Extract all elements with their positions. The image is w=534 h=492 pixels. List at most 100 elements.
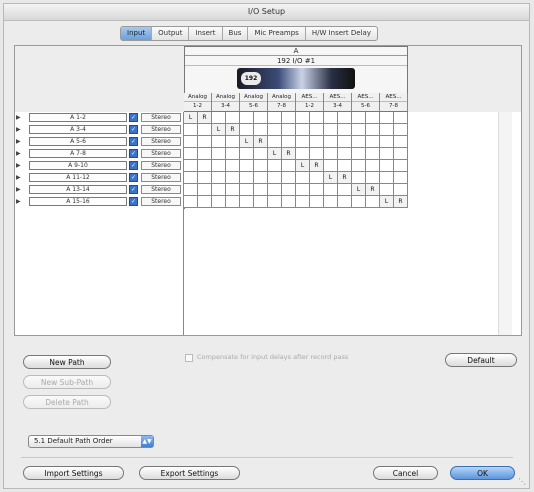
- grid-cell[interactable]: [282, 172, 296, 184]
- path-format[interactable]: Stereo: [141, 197, 181, 206]
- path-active-checkbox[interactable]: ✓: [129, 197, 138, 206]
- grid-cell[interactable]: [282, 184, 296, 196]
- path-active-checkbox[interactable]: ✓: [129, 185, 138, 194]
- grid-cell[interactable]: [282, 136, 296, 148]
- grid-cell[interactable]: [254, 112, 268, 124]
- grid-cell[interactable]: [338, 112, 352, 124]
- grid-cell[interactable]: [282, 112, 296, 124]
- grid-cell[interactable]: [394, 160, 408, 172]
- path-name[interactable]: A 9-10: [29, 161, 127, 170]
- grid-cell[interactable]: [184, 136, 198, 148]
- grid-cell[interactable]: [198, 196, 212, 208]
- path-active-checkbox[interactable]: ✓: [129, 161, 138, 170]
- grid-cell[interactable]: [352, 112, 366, 124]
- grid-cell[interactable]: [366, 112, 380, 124]
- grid-cell[interactable]: [240, 124, 254, 136]
- disclosure-triangle-icon[interactable]: ▶: [16, 196, 21, 207]
- path-name[interactable]: A 3-4: [29, 125, 127, 134]
- new-path-button[interactable]: New Path: [23, 355, 111, 369]
- grid-cell[interactable]: [184, 160, 198, 172]
- grid-cell-left[interactable]: L: [380, 196, 394, 208]
- path-name[interactable]: A 13-14: [29, 185, 127, 194]
- grid-cell[interactable]: [352, 148, 366, 160]
- path-name[interactable]: A 15-16: [29, 197, 127, 206]
- grid-cell-right[interactable]: R: [310, 160, 324, 172]
- grid-cell[interactable]: [352, 124, 366, 136]
- grid-cell[interactable]: [268, 172, 282, 184]
- grid-cell-right[interactable]: R: [226, 124, 240, 136]
- grid-cell[interactable]: [394, 148, 408, 160]
- grid-cell[interactable]: [240, 172, 254, 184]
- grid-cell[interactable]: [212, 136, 226, 148]
- path-active-checkbox[interactable]: ✓: [129, 149, 138, 158]
- delete-path-button[interactable]: Delete Path: [23, 395, 111, 409]
- tab-bus[interactable]: Bus: [223, 27, 249, 40]
- compensate-checkbox[interactable]: [185, 354, 193, 362]
- grid-cell-left[interactable]: L: [268, 148, 282, 160]
- grid-cell[interactable]: [268, 160, 282, 172]
- grid-cell-right[interactable]: R: [198, 112, 212, 124]
- grid-cell[interactable]: [268, 124, 282, 136]
- path-active-checkbox[interactable]: ✓: [129, 173, 138, 182]
- path-format[interactable]: Stereo: [141, 149, 181, 158]
- grid-cell[interactable]: [226, 172, 240, 184]
- grid-cell[interactable]: [254, 184, 268, 196]
- grid-cell[interactable]: [240, 184, 254, 196]
- path-format[interactable]: Stereo: [141, 113, 181, 122]
- grid-cell[interactable]: [240, 160, 254, 172]
- grid-cell[interactable]: [240, 148, 254, 160]
- grid-cell[interactable]: [268, 184, 282, 196]
- grid-cell[interactable]: [296, 124, 310, 136]
- grid-cell[interactable]: [296, 172, 310, 184]
- path-format[interactable]: Stereo: [141, 161, 181, 170]
- grid-cell[interactable]: [380, 160, 394, 172]
- grid-cell[interactable]: [296, 184, 310, 196]
- vertical-scrollbar[interactable]: [498, 112, 512, 335]
- path-row[interactable]: ▶ A 1-2 ✓ Stereo L R: [15, 112, 408, 124]
- grid-cell[interactable]: [324, 112, 338, 124]
- grid-cell[interactable]: [310, 172, 324, 184]
- grid-cell[interactable]: [296, 136, 310, 148]
- grid-cell[interactable]: [324, 148, 338, 160]
- grid-cell[interactable]: [254, 124, 268, 136]
- path-format[interactable]: Stereo: [141, 185, 181, 194]
- grid-cell[interactable]: [338, 136, 352, 148]
- resize-grip-icon[interactable]: ⋱: [518, 477, 527, 486]
- grid-cell[interactable]: [324, 160, 338, 172]
- grid-cell[interactable]: [366, 172, 380, 184]
- path-active-checkbox[interactable]: ✓: [129, 125, 138, 134]
- disclosure-triangle-icon[interactable]: ▶: [16, 112, 21, 123]
- grid-cell[interactable]: [268, 136, 282, 148]
- grid-cell-left[interactable]: L: [212, 124, 226, 136]
- grid-cell[interactable]: [310, 184, 324, 196]
- tab-hw-insert-delay[interactable]: H/W Insert Delay: [306, 27, 377, 40]
- grid-cell[interactable]: [268, 196, 282, 208]
- path-name[interactable]: A 11-12: [29, 173, 127, 182]
- path-row[interactable]: ▶ A 5-6 ✓ Stereo L R: [15, 136, 408, 148]
- grid-cell-right[interactable]: R: [394, 196, 408, 208]
- grid-cell[interactable]: [198, 172, 212, 184]
- path-row[interactable]: ▶ A 11-12 ✓ Stereo L R: [15, 172, 408, 184]
- grid-cell[interactable]: [226, 136, 240, 148]
- cancel-button[interactable]: Cancel: [373, 466, 438, 480]
- disclosure-triangle-icon[interactable]: ▶: [16, 148, 21, 159]
- grid-cell[interactable]: [198, 124, 212, 136]
- grid-cell[interactable]: [212, 184, 226, 196]
- grid-cell[interactable]: [352, 172, 366, 184]
- export-settings-button[interactable]: Export Settings: [139, 466, 240, 480]
- grid-cell[interactable]: [198, 148, 212, 160]
- grid-cell[interactable]: [226, 184, 240, 196]
- grid-cell[interactable]: [184, 124, 198, 136]
- disclosure-triangle-icon[interactable]: ▶: [16, 124, 21, 135]
- grid-cell[interactable]: [338, 196, 352, 208]
- grid-cell[interactable]: [226, 196, 240, 208]
- path-row[interactable]: ▶ A 15-16 ✓ Stereo L R: [15, 196, 408, 208]
- grid-cell-left[interactable]: L: [296, 160, 310, 172]
- grid-cell[interactable]: [254, 172, 268, 184]
- grid-cell[interactable]: [324, 184, 338, 196]
- grid-cell[interactable]: [184, 148, 198, 160]
- disclosure-triangle-icon[interactable]: ▶: [16, 184, 21, 195]
- grid-cell[interactable]: [282, 160, 296, 172]
- grid-cell[interactable]: [394, 124, 408, 136]
- path-format[interactable]: Stereo: [141, 173, 181, 182]
